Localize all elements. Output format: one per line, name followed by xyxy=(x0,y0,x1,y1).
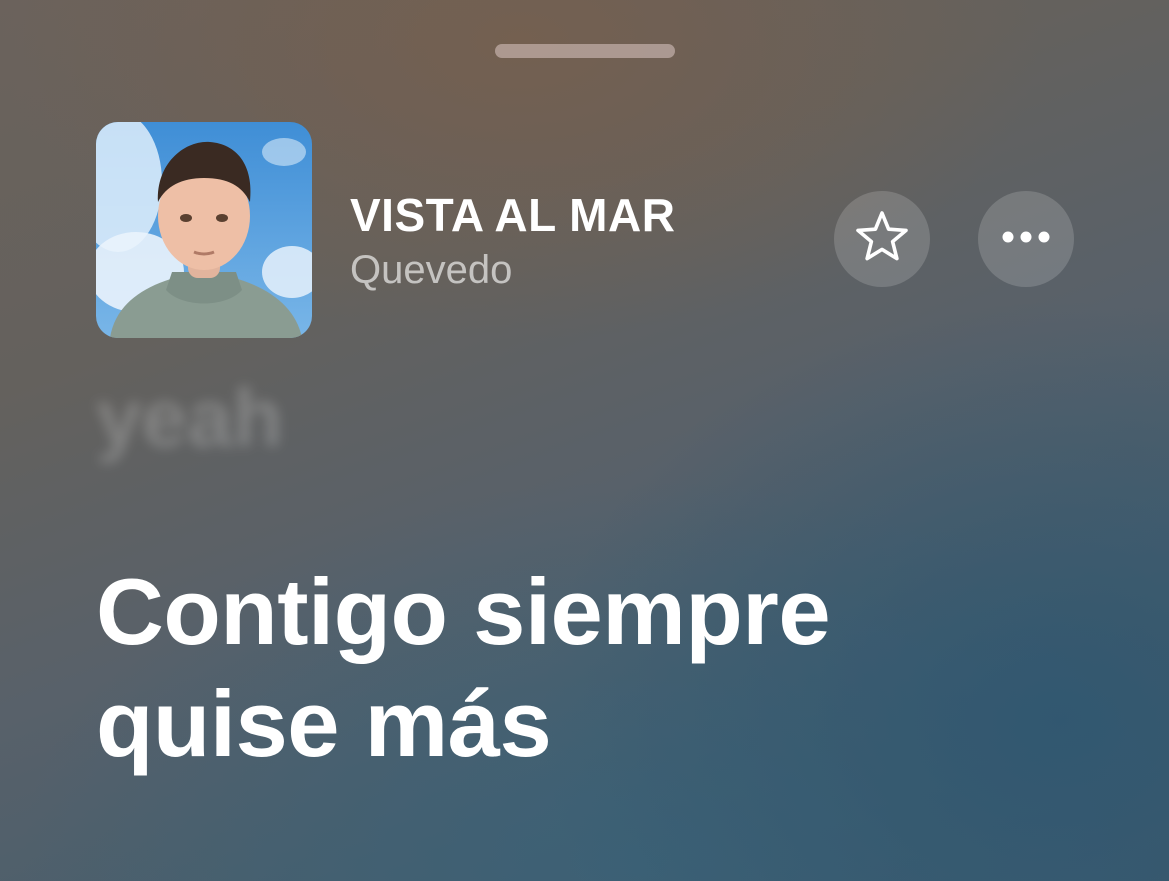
favorite-button[interactable] xyxy=(834,191,930,287)
album-artwork[interactable] xyxy=(96,122,312,338)
lyric-current-line-1: Contigo siempre xyxy=(96,559,831,664)
lyric-current-line[interactable]: Contigo siempre quise más xyxy=(96,556,1076,780)
track-artist[interactable]: Quevedo xyxy=(350,248,512,293)
lyric-current-line-2: quise más xyxy=(96,671,552,776)
lyric-previous-line[interactable]: yeah xyxy=(96,372,283,466)
grabber-handle-icon[interactable] xyxy=(495,44,675,58)
track-title: VISTA AL MAR xyxy=(350,189,676,241)
ellipsis-icon xyxy=(1000,229,1052,250)
star-outline-icon xyxy=(852,207,912,272)
more-options-button[interactable] xyxy=(978,191,1074,287)
